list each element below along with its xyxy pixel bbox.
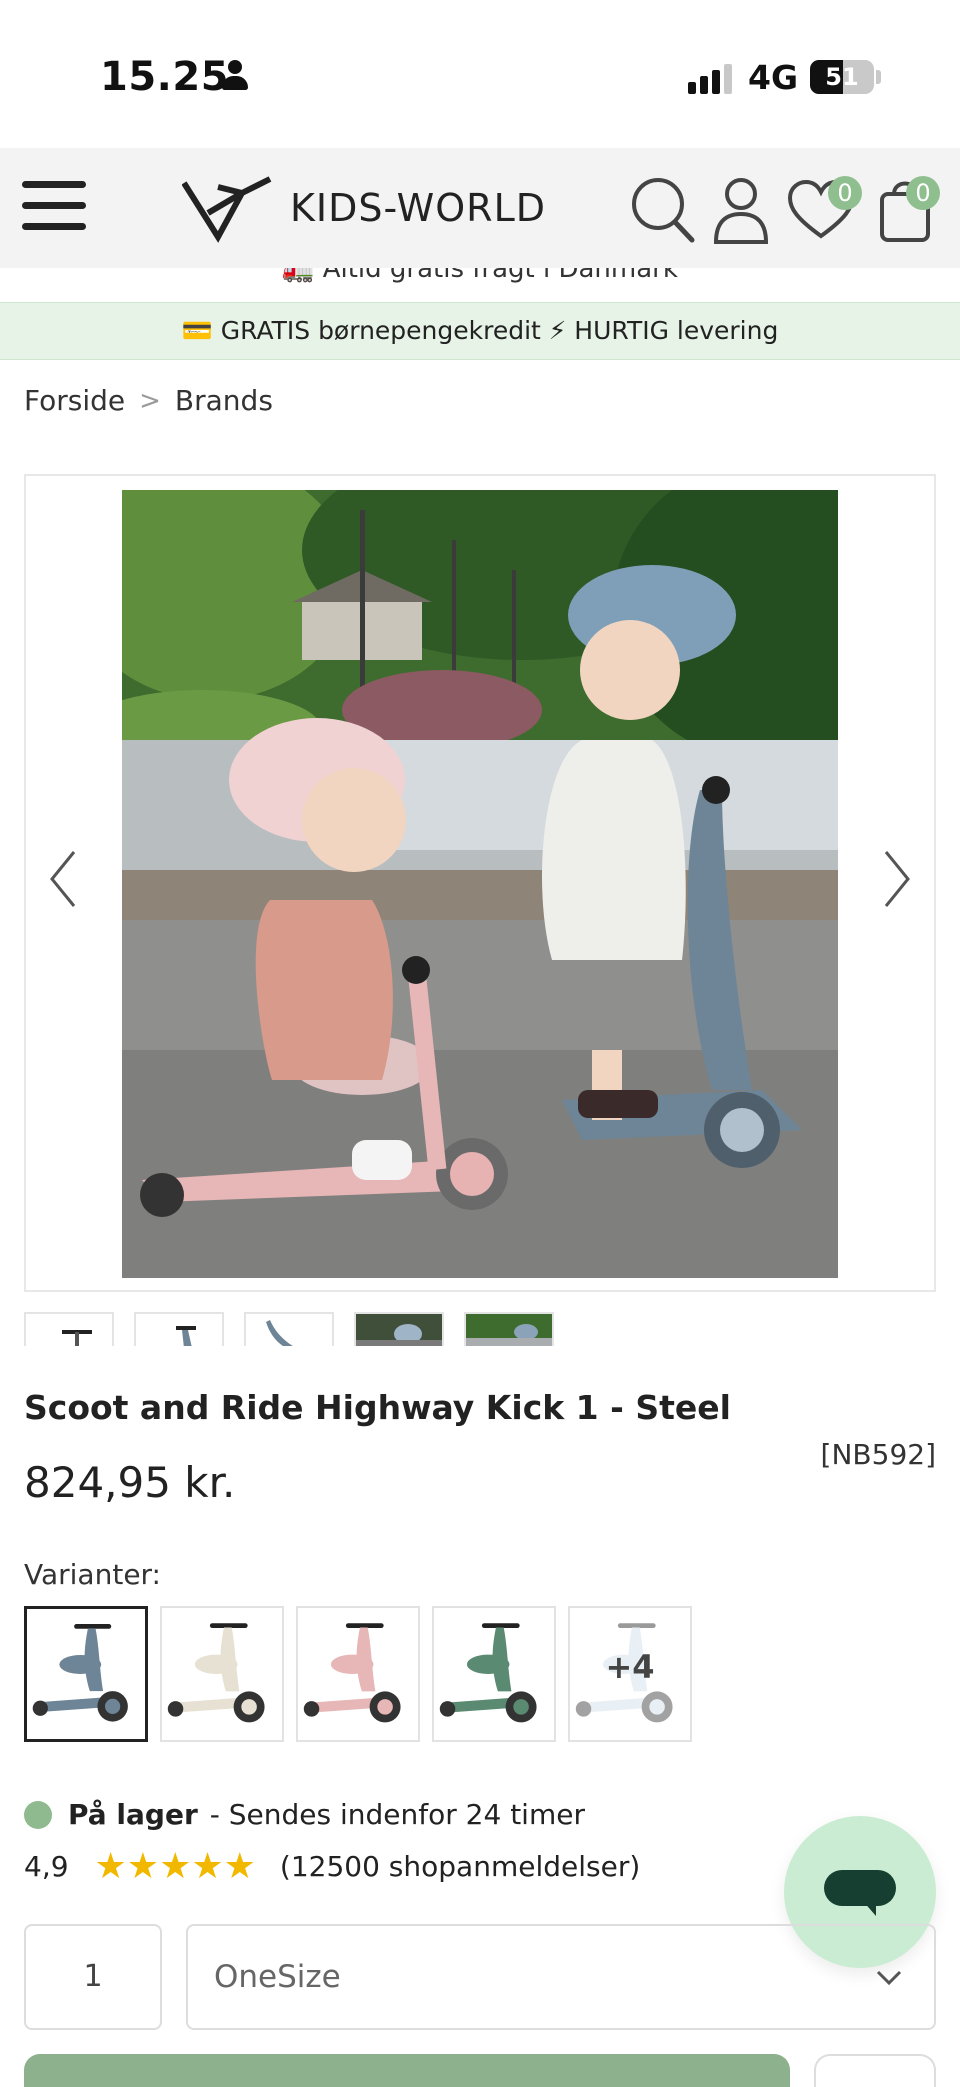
person-icon xyxy=(222,60,248,94)
gallery-thumbnail[interactable] xyxy=(354,1312,444,1346)
quantity-input[interactable]: 1 xyxy=(24,1924,162,2030)
account-icon[interactable] xyxy=(706,170,776,246)
signal-icon xyxy=(688,64,732,94)
logo-mark-icon xyxy=(182,176,272,243)
stock-status-label: På lager xyxy=(68,1798,198,1831)
gallery-thumbnail[interactable] xyxy=(134,1312,224,1346)
cart-count-badge: 0 xyxy=(906,176,940,210)
add-to-cart-button[interactable] xyxy=(24,2054,790,2087)
variant-more[interactable]: +4 xyxy=(568,1606,692,1742)
breadcrumb-separator: > xyxy=(139,385,161,416)
site-logo[interactable]: KIDS-WORLD xyxy=(182,170,546,246)
battery-icon: 51 xyxy=(810,60,874,94)
status-bar: 15.25 4G 51 xyxy=(0,0,960,148)
rating-row[interactable]: 4,9 ★★★★★ (12500 shopanmeldelser) xyxy=(24,1846,640,1887)
stock-dot-icon xyxy=(24,1800,52,1829)
stock-shipping-note: - Sendes indenfor 24 timer xyxy=(209,1798,585,1831)
breadcrumb: Forside > Brands xyxy=(24,384,273,417)
product-title: Scoot and Ride Highway Kick 1 - Steel xyxy=(24,1388,731,1427)
product-sku: [NB592] xyxy=(820,1438,936,1471)
size-select[interactable]: OneSize xyxy=(186,1924,936,2030)
more-variants-label: +4 xyxy=(605,1648,655,1686)
variants-label: Varianter: xyxy=(24,1558,161,1591)
variant-rose[interactable] xyxy=(296,1606,420,1742)
battery-tip xyxy=(876,70,881,84)
add-to-wishlist-button[interactable] xyxy=(814,2054,936,2087)
battery-percent: 51 xyxy=(825,63,859,91)
promo-banner: 💳 GRATIS børnepengekredit ⚡ HURTIG lever… xyxy=(0,302,960,360)
network-label: 4G xyxy=(748,58,799,97)
rating-value: 4,9 xyxy=(24,1850,69,1883)
status-time: 15.25 xyxy=(100,54,230,100)
gallery-thumbnail[interactable] xyxy=(244,1312,334,1346)
gallery-thumbnails xyxy=(24,1312,554,1346)
gallery-thumbnail[interactable] xyxy=(24,1312,114,1346)
promo-banner-text: 💳 GRATIS børnepengekredit ⚡ HURTIG lever… xyxy=(181,316,779,345)
wishlist-icon[interactable]: 0 xyxy=(786,170,862,246)
product-gallery xyxy=(24,474,936,1292)
breadcrumb-home[interactable]: Forside xyxy=(24,384,125,417)
shipping-banner: 🚛 Altid gratis fragt i Danmark xyxy=(0,268,960,302)
chevron-down-icon xyxy=(874,1962,904,1992)
size-select-value: OneSize xyxy=(214,1959,341,1995)
variant-steel[interactable] xyxy=(24,1606,148,1742)
site-header: KIDS-WORLD 0 0 xyxy=(0,148,960,268)
gallery-thumbnail[interactable] xyxy=(464,1312,554,1346)
product-photo[interactable] xyxy=(122,490,838,1278)
menu-icon[interactable] xyxy=(22,178,86,234)
wishlist-count-badge: 0 xyxy=(828,176,862,210)
review-count: (12500 shopanmeldelser) xyxy=(279,1850,641,1883)
variant-selector: +4 xyxy=(24,1606,692,1742)
variant-ash[interactable] xyxy=(160,1606,284,1742)
cart-icon[interactable]: 0 xyxy=(872,170,942,246)
gallery-prev-arrow[interactable] xyxy=(44,846,84,912)
brand-name: KIDS-WORLD xyxy=(290,186,546,230)
product-price: 824,95 kr. xyxy=(24,1458,236,1507)
shipping-banner-text: 🚛 Altid gratis fragt i Danmark xyxy=(282,268,678,284)
chat-icon xyxy=(824,1870,896,1906)
variant-forest[interactable] xyxy=(432,1606,556,1742)
breadcrumb-current[interactable]: Brands xyxy=(175,384,273,417)
search-icon[interactable] xyxy=(628,170,698,246)
gallery-next-arrow[interactable] xyxy=(876,846,916,912)
star-rating-icon: ★★★★★ xyxy=(94,1846,256,1887)
stock-status: På lager - Sendes indenfor 24 timer xyxy=(24,1798,585,1831)
